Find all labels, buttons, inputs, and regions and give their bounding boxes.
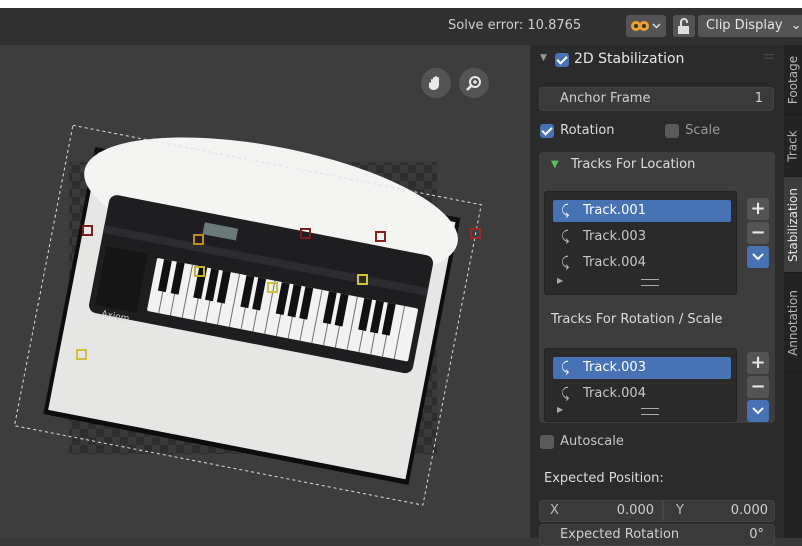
track-icon: ⤹: [561, 203, 570, 219]
overlay-icon: [631, 21, 649, 31]
list-item[interactable]: ⤹ Track.003: [553, 357, 731, 379]
track-icon: ⤹: [561, 386, 570, 402]
chevron-down-icon: [752, 253, 764, 261]
y-label: Y: [676, 503, 684, 518]
track-name: Track.001: [583, 203, 646, 218]
add-rotation-track-button[interactable]: +: [747, 352, 769, 374]
rotation-toggle[interactable]: Rotation: [540, 123, 615, 141]
checkbox-icon: [665, 123, 679, 138]
tracks-rotation-label: Tracks For Rotation / Scale: [551, 312, 723, 327]
triangle-down-icon: ▼: [551, 159, 559, 170]
tracks-location-header[interactable]: ▼ Tracks For Location: [539, 152, 775, 178]
drag-handle-icon[interactable]: [641, 279, 659, 286]
list-item[interactable]: ⤹ Track.004: [553, 252, 731, 274]
triangle-down-icon: ▼: [540, 53, 547, 63]
track-name: Track.004: [583, 255, 646, 270]
tab-label: Track: [786, 129, 800, 162]
expected-rotation-field[interactable]: Expected Rotation 0°: [539, 524, 775, 546]
autoscale-toggle[interactable]: Autoscale: [540, 434, 624, 452]
x-label: X: [550, 503, 559, 518]
autoscale-label: Autoscale: [560, 434, 624, 449]
tab-label: Footage: [786, 55, 800, 104]
tab-footage[interactable]: Footage: [784, 45, 802, 115]
location-track-list[interactable]: ⤹ Track.001 ⤹ Track.003 ⤹ Track.004 ▶: [544, 191, 737, 295]
tab-label: Annotation: [786, 289, 800, 356]
rotation-list-menu-button[interactable]: [747, 400, 769, 422]
clip-frame: Axiom: [13, 124, 482, 506]
stabilization-panel-header[interactable]: ▼ 2D Stabilization ::::: [530, 45, 784, 75]
tab-annotation[interactable]: Annotation: [784, 273, 802, 373]
track-icon: ⤹: [561, 229, 570, 245]
scale-toggle[interactable]: Scale: [665, 123, 720, 141]
expected-rotation-value: 0°: [749, 527, 764, 542]
remove-location-track-button[interactable]: −: [747, 222, 769, 244]
tracks-subpanel: ▼ Tracks For Location ⤹ Track.001 ⤹ Trac…: [539, 152, 775, 423]
clip-editor-header: Solve error: 10.8765 Clip Display ⌄: [0, 8, 802, 45]
x-value: 0.000: [616, 503, 654, 518]
play-icon[interactable]: ▶: [557, 405, 563, 414]
add-location-track-button[interactable]: +: [747, 198, 769, 220]
y-value: 0.000: [730, 503, 768, 518]
chevron-down-icon: [652, 23, 661, 29]
stabilization-enable-checkbox[interactable]: [555, 53, 569, 67]
properties-panel: ▼ 2D Stabilization :::: Anchor Frame 1 R…: [530, 45, 784, 546]
rotation-track-list[interactable]: ⤹ Track.003 ⤹ Track.004 ▶: [544, 348, 737, 422]
anchor-frame-value: 1: [754, 91, 763, 106]
anchor-frame-field[interactable]: Anchor Frame 1: [539, 87, 774, 111]
expected-y-field[interactable]: Y 0.000: [663, 500, 775, 522]
play-icon[interactable]: ▶: [557, 276, 563, 285]
track-icon: ⤹: [561, 360, 570, 376]
tab-track[interactable]: Track: [784, 115, 802, 177]
track-name: Track.003: [583, 229, 646, 244]
clip-display-dropdown[interactable]: Clip Display ⌄: [698, 15, 802, 37]
panel-title: 2D Stabilization: [574, 51, 685, 67]
clip-display-label: Clip Display: [706, 18, 783, 33]
lock-icon: [678, 18, 689, 34]
overlay-dropdown[interactable]: [626, 15, 666, 37]
scale-label: Scale: [685, 123, 721, 138]
list-item[interactable]: ⤹ Track.003: [553, 226, 731, 248]
top-strip: [0, 0, 802, 8]
checkbox-icon: [540, 123, 554, 138]
tracks-location-label: Tracks For Location: [571, 157, 696, 172]
remove-rotation-track-button[interactable]: −: [747, 376, 769, 398]
tab-label: Stabilization: [786, 187, 800, 262]
list-item[interactable]: ⤹ Track.004: [553, 383, 731, 405]
clip-viewport[interactable]: Axiom: [0, 45, 530, 538]
tab-stabilization[interactable]: Stabilization: [784, 177, 802, 273]
track-icon: ⤹: [561, 255, 570, 271]
drag-handle-icon[interactable]: [641, 408, 659, 415]
checkbox-icon: [540, 434, 554, 449]
rotation-label: Rotation: [560, 123, 615, 138]
location-list-menu-button[interactable]: [747, 246, 769, 268]
expected-rotation-label: Expected Rotation: [560, 527, 680, 542]
drag-handle-icon[interactable]: ::::: [764, 51, 775, 62]
chevron-down-icon: ⌄: [790, 18, 802, 33]
solve-error-text: Solve error: 10.8765: [448, 18, 582, 33]
track-name: Track.004: [583, 386, 646, 401]
sidebar-tabs: Footage Track Stabilization Annotation: [784, 45, 802, 538]
track-name: Track.003: [583, 360, 646, 375]
lock-toggle-button[interactable]: [673, 15, 695, 37]
anchor-frame-label: Anchor Frame: [560, 91, 651, 106]
chevron-down-icon: [752, 407, 764, 415]
expected-position-label: Expected Position:: [544, 471, 664, 486]
list-item[interactable]: ⤹ Track.001: [553, 200, 731, 222]
expected-x-field[interactable]: X 0.000: [539, 500, 663, 522]
